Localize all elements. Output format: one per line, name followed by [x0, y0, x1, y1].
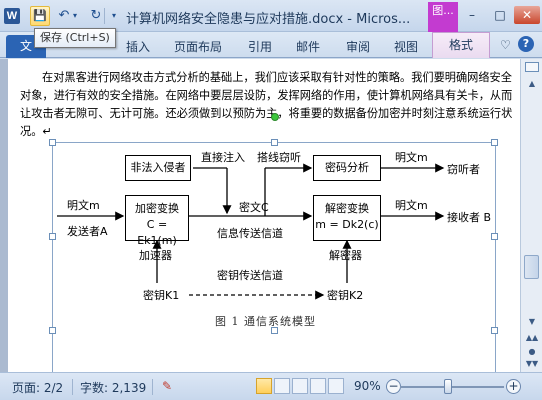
zoom-in-button[interactable]: +: [506, 379, 521, 394]
document-page[interactable]: 在对黑客进行网络攻击方式分析的基础上，我们应该采取有针对性的策略。我们要明确网络…: [8, 59, 520, 372]
zoom-out-button[interactable]: −: [386, 379, 401, 394]
key-channel-label: 密钥传送信道: [217, 269, 283, 282]
resize-handle-left[interactable]: [49, 233, 56, 240]
paragraph-text: 在对黑客进行网络攻击方式分析的基础上，我们应该采取有针对性的策略。我们要明确网络…: [20, 71, 513, 138]
decryption-title: 解密变换: [325, 202, 369, 215]
resize-handle-right[interactable]: [491, 233, 498, 240]
encryption-title: 加密变换: [135, 202, 179, 215]
receiver-label: 接收者 B: [447, 211, 492, 224]
direct-inject-label: 直接注入: [201, 151, 245, 164]
rotate-handle[interactable]: [271, 113, 279, 121]
maximize-button[interactable]: □: [488, 6, 512, 24]
draft-view-button[interactable]: [328, 378, 344, 394]
document-area: 在对黑客进行网络攻击方式分析的基础上，我们应该采取有针对性的策略。我们要明确网络…: [0, 59, 520, 372]
tab-page-layout[interactable]: 页面布局: [174, 38, 222, 55]
intruder-box: 非法入侵者: [125, 155, 191, 181]
full-screen-view-button[interactable]: [274, 378, 290, 394]
vertical-scrollbar[interactable]: ▲ ▼ ▲▲ ● ▼▼: [520, 59, 542, 372]
selected-figure[interactable]: 非法入侵者 密码分析 加密变换 C = Ek1(m) 解密变换 m = Dk2(…: [49, 113, 498, 372]
encryptor-label: 加速器: [139, 249, 172, 262]
web-layout-view-button[interactable]: [292, 378, 308, 394]
decryption-box: 解密变换 m = Dk2(c): [313, 195, 381, 241]
resize-handle-top[interactable]: [271, 139, 278, 146]
scroll-up-button[interactable]: ▲: [524, 77, 540, 91]
outline-view-button[interactable]: [310, 378, 326, 394]
zoom-slider-track[interactable]: [400, 386, 504, 388]
key1-label: 密钥K1: [143, 289, 180, 302]
zoom-slider-thumb[interactable]: [444, 379, 452, 394]
key2-label: 密钥K2: [327, 289, 364, 302]
resize-handle-top-left[interactable]: [49, 139, 56, 146]
plaintext-left-label: 明文m: [67, 199, 100, 212]
resize-handle-top-right[interactable]: [491, 139, 498, 146]
page-count[interactable]: 页面: 2/2: [12, 379, 63, 396]
close-button[interactable]: ✕: [514, 6, 540, 24]
plaintext-right-label: 明文m: [395, 199, 428, 212]
body-paragraph[interactable]: 在对黑客进行网络攻击方式分析的基础上，我们应该采取有针对性的策略。我们要明确网络…: [20, 69, 520, 141]
scrollbar-thumb[interactable]: [524, 255, 539, 279]
save-button[interactable]: 💾: [30, 6, 50, 26]
help-icon[interactable]: ?: [518, 36, 534, 52]
ciphertext-label: 密文C: [239, 201, 269, 214]
password-analysis-box: 密码分析: [313, 155, 381, 181]
customize-qat-button[interactable]: ▾: [108, 6, 120, 26]
save-icon: 💾: [33, 9, 47, 22]
print-layout-view-button[interactable]: [256, 378, 272, 394]
word-app-icon[interactable]: W: [4, 8, 20, 24]
plaintext-top-label: 明文m: [395, 151, 428, 164]
minimize-button[interactable]: –: [460, 6, 484, 24]
tab-mailings[interactable]: 邮件: [296, 38, 320, 55]
previous-page-button[interactable]: ▲▲: [524, 331, 540, 345]
picture-tools-context-tab: 图...: [428, 2, 458, 32]
diagram-arrows: [57, 163, 445, 300]
wiretap-label: 搭线窃听: [257, 151, 301, 164]
minimize-ribbon-icon[interactable]: ♡: [500, 38, 511, 52]
ruler-toggle-icon[interactable]: [525, 62, 539, 72]
status-separator: [152, 379, 153, 395]
tab-format[interactable]: 格式: [432, 32, 490, 58]
decryption-formula: m = Dk2(c): [315, 218, 379, 231]
undo-dropdown-button[interactable]: ▾: [70, 6, 80, 26]
scroll-down-button[interactable]: ▼: [524, 315, 540, 329]
zoom-level[interactable]: 90%: [354, 379, 381, 393]
status-separator: [72, 379, 73, 395]
tab-view[interactable]: 视图: [394, 38, 418, 55]
sender-label: 发送者A: [67, 225, 108, 238]
save-tooltip: 保存 (Ctrl+S): [34, 28, 116, 48]
window-title: 计算机网络安全隐患与应对措施.docx - Micros...: [126, 12, 411, 27]
proofing-icon[interactable]: ✎: [162, 379, 172, 393]
figure-caption: 图 1 通信系统模型: [215, 315, 316, 328]
info-channel-label: 信息传送信道: [217, 227, 283, 240]
encryption-formula: C = Ek1(m): [137, 218, 177, 247]
resize-handle-bottom-right[interactable]: [491, 327, 498, 334]
next-page-button[interactable]: ▼▼: [524, 357, 540, 371]
decryptor-label: 解密器: [329, 249, 362, 262]
encryption-box: 加密变换 C = Ek1(m): [125, 195, 189, 247]
eavesdropper-label: 窃听者: [447, 163, 480, 176]
tab-insert[interactable]: 插入: [126, 38, 150, 55]
status-bar: 页面: 2/2 字数: 2,139 ✎ 90% − +: [0, 372, 542, 400]
word-count[interactable]: 字数: 2,139: [80, 379, 146, 396]
tab-review[interactable]: 审阅: [346, 38, 370, 55]
qat-separator: [104, 8, 105, 24]
tab-references[interactable]: 引用: [248, 38, 272, 55]
resize-handle-bottom[interactable]: [271, 327, 278, 334]
redo-button[interactable]: ↻: [86, 6, 106, 26]
resize-handle-bottom-left[interactable]: [49, 327, 56, 334]
